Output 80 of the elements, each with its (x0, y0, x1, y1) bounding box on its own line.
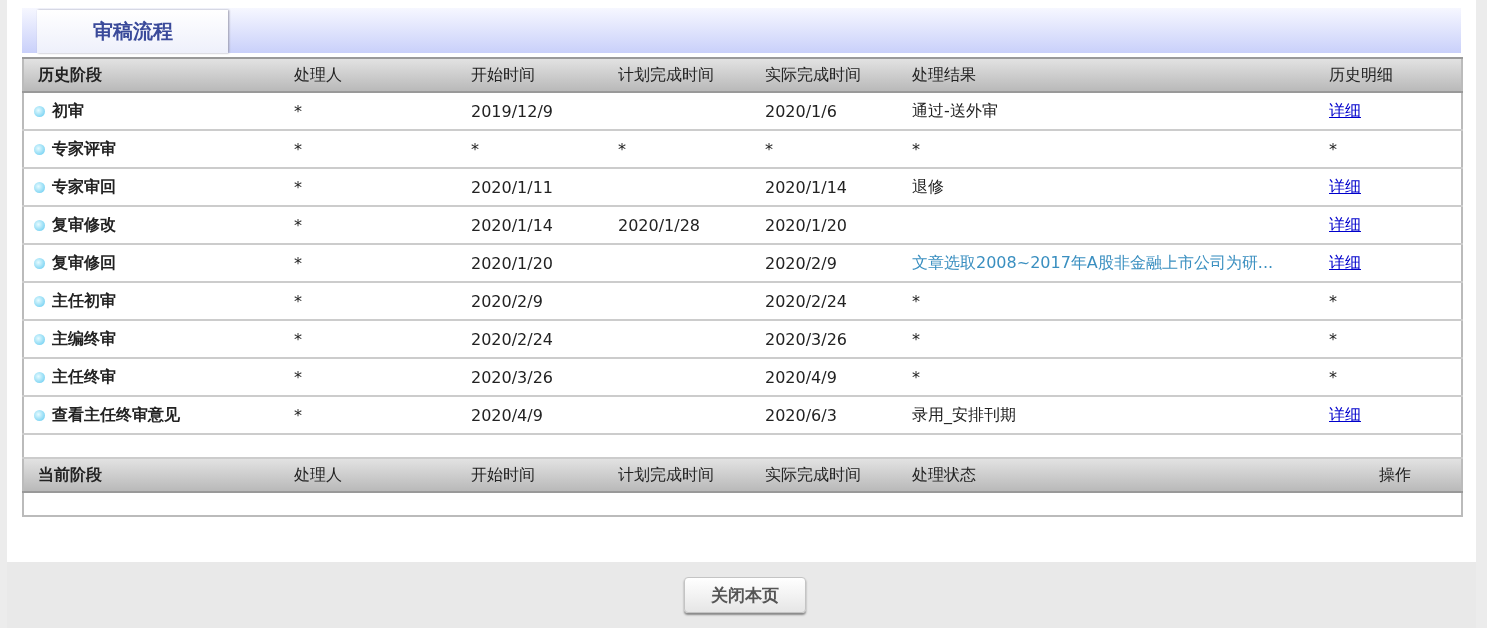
stage-name: 复审修回 (52, 252, 116, 274)
bullet-icon (34, 371, 45, 383)
result-link[interactable]: 文章选取2008~2017年A股非金融上市公司为研... (912, 252, 1274, 272)
table-cell: 2020/1/14 (471, 215, 554, 235)
table-cell: 2020/4/9 (765, 367, 837, 387)
detail-link[interactable]: 详细 (1329, 214, 1361, 234)
column-header: 当前阶段 (23, 458, 286, 492)
table-cell: 2020/1/20 (765, 215, 848, 235)
table-cell: 2020/1/11 (471, 177, 554, 197)
tab[interactable]: 审稿流程 (37, 10, 228, 53)
bullet-icon (34, 409, 45, 421)
table-cell: 2020/2/24 (765, 291, 848, 311)
column-header: 实际完成时间 (757, 458, 904, 492)
table-cell: * (1329, 329, 1337, 349)
table-cell: 2020/2/9 (471, 291, 543, 311)
table-cell: 2019/12/9 (471, 101, 554, 121)
table-cell: 2020/1/20 (471, 253, 554, 273)
table-cell: * (294, 367, 302, 387)
table-cell: 录用_安排刊期 (912, 404, 1016, 424)
stage-name: 查看主任终审意见 (52, 404, 180, 426)
column-header: 操作 (1321, 458, 1462, 492)
detail-link[interactable]: 详细 (1329, 100, 1361, 120)
stage-name: 专家评审 (52, 138, 116, 160)
column-header: 历史阶段 (23, 58, 286, 92)
stage-name: 复审修改 (52, 214, 116, 236)
table-cell: * (618, 139, 626, 159)
detail-link[interactable]: 详细 (1329, 404, 1361, 424)
close-page-button[interactable]: 关闭本页 (683, 577, 806, 613)
bullet-icon (34, 143, 45, 155)
column-header: 处理状态 (904, 458, 1321, 492)
column-header: 计划完成时间 (610, 458, 757, 492)
detail-link[interactable]: 详细 (1329, 252, 1361, 272)
table-cell: 2020/3/26 (471, 367, 554, 387)
column-header: 处理结果 (904, 58, 1321, 92)
table-cell: * (294, 291, 302, 311)
table-cell: * (912, 139, 920, 159)
stage-name: 专家审回 (52, 176, 116, 198)
table-cell: * (912, 367, 920, 387)
table-cell: 2020/2/9 (765, 253, 837, 273)
bullet-icon (34, 219, 45, 231)
table-cell: * (294, 329, 302, 349)
stage-name: 主任初审 (52, 290, 116, 312)
stage-name: 初审 (52, 100, 84, 122)
detail-link[interactable]: 详细 (1329, 176, 1361, 196)
stage-name: 主任终审 (52, 366, 116, 388)
table-cell: 通过-送外审 (912, 100, 998, 120)
table-cell: 2020/1/28 (618, 215, 701, 235)
table-cell: 2020/6/3 (765, 405, 837, 425)
table-cell: * (294, 405, 302, 425)
table-cell: * (294, 139, 302, 159)
column-header: 开始时间 (463, 458, 610, 492)
column-header: 开始时间 (463, 58, 610, 92)
table-cell: * (294, 177, 302, 197)
column-header: 处理人 (286, 458, 463, 492)
bullet-icon (34, 333, 45, 345)
table-cell: 2020/2/24 (471, 329, 554, 349)
table-cell: * (471, 139, 479, 159)
bullet-icon (34, 105, 45, 117)
table-cell: * (294, 215, 302, 235)
table-cell: * (294, 101, 302, 121)
table-cell: * (912, 291, 920, 311)
column-header: 实际完成时间 (757, 58, 904, 92)
table-cell: 退修 (912, 176, 944, 196)
bullet-icon (34, 295, 45, 307)
bullet-icon (34, 181, 45, 193)
table-cell: * (1329, 139, 1337, 159)
column-header: 计划完成时间 (610, 58, 757, 92)
table-cell: * (1329, 367, 1337, 387)
table-cell: * (912, 329, 920, 349)
table-cell: 2020/4/9 (471, 405, 543, 425)
table-cell: * (1329, 291, 1337, 311)
column-header: 处理人 (286, 58, 463, 92)
table-cell: 2020/3/26 (765, 329, 848, 349)
stage-name: 主编终审 (52, 328, 116, 350)
table-cell: 2020/1/14 (765, 177, 848, 197)
table-cell: * (765, 139, 773, 159)
table-cell: * (294, 253, 302, 273)
bullet-icon (34, 257, 45, 269)
table-cell: 2020/1/6 (765, 101, 837, 121)
column-header: 历史明细 (1321, 58, 1462, 92)
